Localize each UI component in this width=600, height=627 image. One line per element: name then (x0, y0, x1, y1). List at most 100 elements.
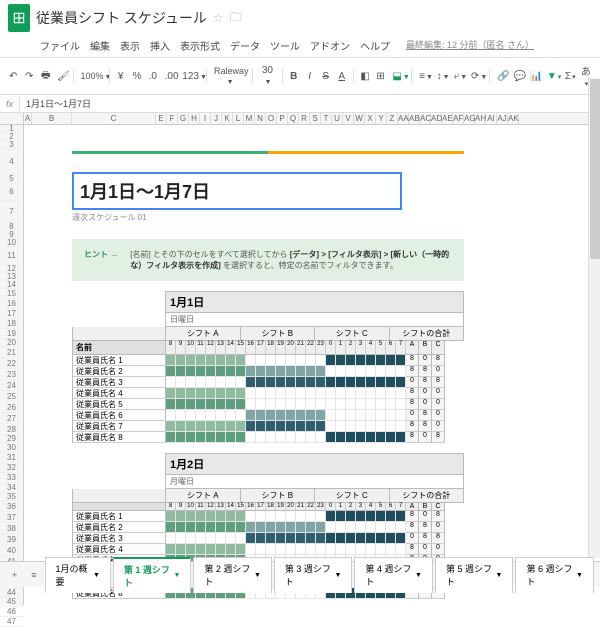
col-header[interactable]: AE (442, 113, 453, 124)
functions-button[interactable]: Σ▾ (562, 69, 576, 84)
shift-cell[interactable] (206, 355, 216, 366)
shift-cell[interactable] (396, 432, 406, 443)
shift-cell[interactable] (206, 544, 216, 555)
shift-cell[interactable] (286, 533, 296, 544)
row-number[interactable]: 18 (0, 319, 23, 329)
col-header[interactable]: AA (398, 113, 409, 124)
shift-cell[interactable] (366, 355, 376, 366)
employee-name[interactable]: 従業員氏名 8 (73, 432, 166, 443)
shift-cell[interactable] (346, 410, 356, 421)
col-header[interactable]: S (310, 113, 321, 124)
shift-cell[interactable] (376, 366, 386, 377)
employee-name[interactable]: 従業員氏名 6 (73, 410, 166, 421)
shift-cell[interactable] (336, 355, 346, 366)
redo-button[interactable]: ↷ (22, 69, 36, 84)
star-icon[interactable]: ☆ (213, 11, 224, 25)
shift-cell[interactable] (346, 377, 356, 388)
shift-cell[interactable] (166, 522, 176, 533)
shift-cell[interactable] (176, 410, 186, 421)
row-number[interactable]: 37 (0, 512, 23, 523)
shift-cell[interactable] (296, 544, 306, 555)
shift-cell[interactable] (386, 366, 396, 377)
tab-menu-icon[interactable]: ▼ (576, 572, 583, 579)
shift-cell[interactable] (196, 544, 206, 555)
sheet-tab[interactable]: 第 4 週シフト▼ (354, 557, 433, 593)
shift-cell[interactable] (376, 432, 386, 443)
bold-button[interactable]: B (287, 69, 301, 84)
shift-cell[interactable] (226, 399, 236, 410)
shift-cell[interactable] (376, 421, 386, 432)
shift-cell[interactable] (266, 366, 276, 377)
shift-cell[interactable] (216, 366, 226, 377)
shift-cell[interactable] (266, 544, 276, 555)
col-header[interactable]: J (211, 113, 222, 124)
row-number[interactable]: 32 (0, 463, 23, 473)
shift-cell[interactable] (176, 377, 186, 388)
shift-cell[interactable] (196, 511, 206, 522)
shift-cell[interactable] (356, 421, 366, 432)
col-header[interactable]: L (233, 113, 244, 124)
shift-cell[interactable] (226, 522, 236, 533)
employee-name[interactable]: 従業員氏名 5 (73, 399, 166, 410)
fill-color-button[interactable]: ◧ (357, 69, 371, 84)
row-number[interactable]: 35 (0, 493, 23, 501)
shift-cell[interactable] (226, 366, 236, 377)
shift-cell[interactable] (376, 511, 386, 522)
shift-cell[interactable] (386, 511, 396, 522)
shift-cell[interactable] (256, 377, 266, 388)
borders-button[interactable]: ⊞ (373, 69, 387, 84)
shift-cell[interactable] (336, 511, 346, 522)
shift-cell[interactable] (226, 544, 236, 555)
row-number[interactable]: 7 (0, 201, 23, 223)
shift-cell[interactable] (316, 366, 326, 377)
shift-cell[interactable] (216, 355, 226, 366)
shift-cell[interactable] (306, 355, 316, 366)
last-edit-info[interactable]: 最終編集: 12 分前（匿名 さん） (406, 38, 534, 53)
shift-cell[interactable] (276, 366, 286, 377)
shift-cell[interactable] (236, 511, 246, 522)
row-number[interactable]: 33 (0, 473, 23, 483)
shift-cell[interactable] (186, 355, 196, 366)
row-number[interactable]: 20 (0, 339, 23, 347)
dec-decrease-button[interactable]: .0 (146, 69, 160, 84)
shift-cell[interactable] (206, 522, 216, 533)
col-header[interactable]: G (178, 113, 189, 124)
percent-button[interactable]: % (130, 69, 144, 84)
shift-cell[interactable] (376, 522, 386, 533)
shift-cell[interactable] (306, 410, 316, 421)
shift-cell[interactable] (296, 432, 306, 443)
shift-cell[interactable] (326, 432, 336, 443)
shift-cell[interactable] (166, 511, 176, 522)
tab-menu-icon[interactable]: ▼ (496, 572, 503, 579)
shift-cell[interactable] (346, 366, 356, 377)
chart-button[interactable]: 📊 (527, 69, 542, 84)
shift-cell[interactable] (206, 377, 216, 388)
shift-cell[interactable] (366, 533, 376, 544)
doc-title[interactable]: 従業員シフト スケジュール (36, 8, 207, 28)
shift-cell[interactable] (266, 533, 276, 544)
shift-cell[interactable] (206, 421, 216, 432)
shift-cell[interactable] (396, 522, 406, 533)
shift-cell[interactable] (346, 522, 356, 533)
shift-cell[interactable] (306, 522, 316, 533)
shift-cell[interactable] (246, 544, 256, 555)
italic-button[interactable]: I (303, 69, 317, 84)
shift-cell[interactable] (236, 522, 246, 533)
shift-cell[interactable] (276, 388, 286, 399)
col-header[interactable]: F (167, 113, 178, 124)
shift-cell[interactable] (226, 355, 236, 366)
shift-cell[interactable] (216, 410, 226, 421)
comment-button[interactable]: 💬 (511, 69, 526, 84)
shift-cell[interactable] (186, 377, 196, 388)
shift-cell[interactable] (326, 410, 336, 421)
shift-cell[interactable] (356, 410, 366, 421)
shift-cell[interactable] (226, 432, 236, 443)
shift-cell[interactable] (186, 544, 196, 555)
scroll-thumb[interactable] (590, 79, 600, 259)
sheet-tab[interactable]: 第 5 週シフト▼ (435, 557, 514, 593)
shift-cell[interactable] (316, 421, 326, 432)
employee-name[interactable]: 従業員氏名 3 (73, 533, 166, 544)
shift-cell[interactable] (336, 377, 346, 388)
col-header[interactable]: V (343, 113, 354, 124)
shift-cell[interactable] (356, 533, 366, 544)
